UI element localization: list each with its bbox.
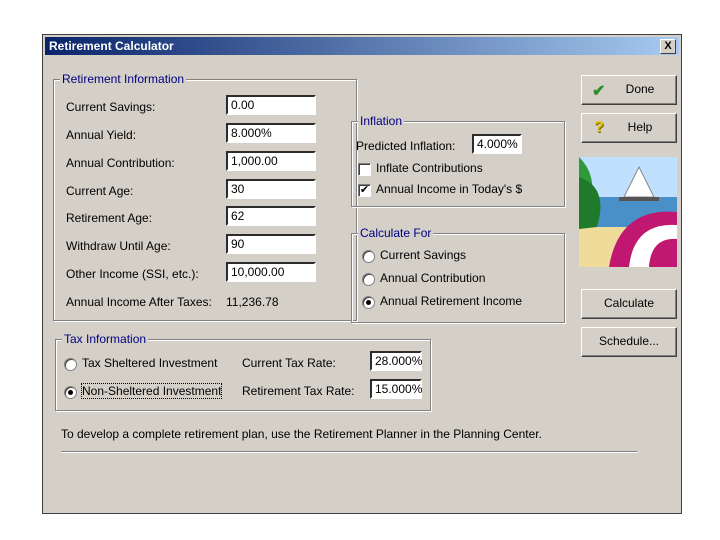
non-sheltered-radio[interactable] (64, 386, 77, 399)
other-income-label: Other Income (SSI, etc.): (66, 267, 199, 281)
done-button-label: Done (625, 82, 655, 96)
inflate-contributions-checkbox[interactable] (358, 163, 371, 176)
retirement-calculator-dialog: Retirement Calculator X Retirement Infor… (42, 34, 682, 514)
calculate-button-label: Calculate (603, 296, 655, 310)
inflate-contributions-label: Inflate Contributions (376, 161, 483, 175)
annual-yield-label: Annual Yield: (66, 128, 137, 142)
footer-note: To develop a complete retirement plan, u… (61, 427, 542, 441)
predicted-inflation-label: Predicted Inflation: (356, 139, 456, 153)
close-button[interactable]: X (660, 39, 676, 54)
withdraw-until-age-label: Withdraw Until Age: (66, 239, 171, 253)
current-age-field[interactable]: 30 (226, 179, 316, 199)
retirement-information-legend: Retirement Information (60, 72, 187, 86)
tax-sheltered-label: Tax Sheltered Investment (82, 356, 218, 370)
todays-dollars-label: Annual Income in Today's $ (376, 182, 523, 196)
tax-sheltered-radio[interactable] (64, 358, 77, 371)
done-button[interactable]: ✔ Done (581, 75, 677, 105)
calc-current-savings-label: Current Savings (380, 248, 467, 262)
retirement-age-label: Retirement Age: (66, 211, 153, 225)
income-after-taxes-value: 11,236.78 (226, 295, 279, 309)
calculate-button[interactable]: Calculate (581, 289, 677, 319)
retirement-age-field[interactable]: 62 (226, 206, 316, 226)
income-after-taxes-label: Annual Income After Taxes: (66, 295, 212, 309)
calc-annual-retirement-income-radio[interactable] (362, 296, 375, 309)
current-tax-rate-label: Current Tax Rate: (242, 356, 336, 370)
tax-information-legend: Tax Information (62, 332, 149, 346)
retirement-information-group: Retirement Information Current Savings: … (53, 72, 357, 321)
retirement-tax-rate-label: Retirement Tax Rate: (242, 384, 355, 398)
calc-annual-contribution-radio[interactable] (362, 273, 375, 286)
tax-information-group: Tax Information Tax Sheltered Investment… (55, 332, 431, 411)
predicted-inflation-field[interactable]: 4.000% (472, 134, 522, 154)
help-button[interactable]: ? Help (581, 113, 677, 143)
withdraw-until-age-field[interactable]: 90 (226, 234, 316, 254)
calc-current-savings-radio[interactable] (362, 250, 375, 263)
footer-divider (61, 451, 637, 453)
inflation-legend: Inflation (358, 114, 405, 128)
title-bar: Retirement Calculator X (45, 37, 679, 55)
current-savings-label: Current Savings: (66, 100, 156, 114)
annual-yield-field[interactable]: 8.000% (226, 123, 316, 143)
schedule-button[interactable]: Schedule... (581, 327, 677, 357)
window-title: Retirement Calculator (49, 39, 174, 53)
inflation-group: Inflation Predicted Inflation: 4.000% In… (351, 114, 565, 207)
beach-umbrella-image (579, 157, 677, 267)
calc-annual-contribution-label: Annual Contribution (380, 271, 486, 285)
current-age-label: Current Age: (66, 184, 134, 198)
help-button-label: Help (627, 120, 653, 134)
todays-dollars-checkbox[interactable]: ✔ (358, 184, 371, 197)
schedule-button-label: Schedule... (598, 334, 660, 348)
current-tax-rate-field[interactable]: 28.000% (370, 351, 422, 371)
calculate-for-group: Calculate For Current Savings Annual Con… (351, 226, 565, 323)
annual-contribution-field[interactable]: 1,000.00 (226, 151, 316, 171)
question-icon: ? (594, 119, 604, 136)
retirement-tax-rate-field[interactable]: 15.000% (370, 379, 422, 399)
other-income-field[interactable]: 10,000.00 (226, 262, 316, 282)
current-savings-field[interactable]: 0.00 (226, 95, 316, 115)
calculate-for-legend: Calculate For (358, 226, 434, 240)
non-sheltered-label: Non-Sheltered Investment (80, 383, 223, 399)
annual-contribution-label: Annual Contribution: (66, 156, 175, 170)
calc-annual-retirement-income-label: Annual Retirement Income (380, 294, 523, 308)
